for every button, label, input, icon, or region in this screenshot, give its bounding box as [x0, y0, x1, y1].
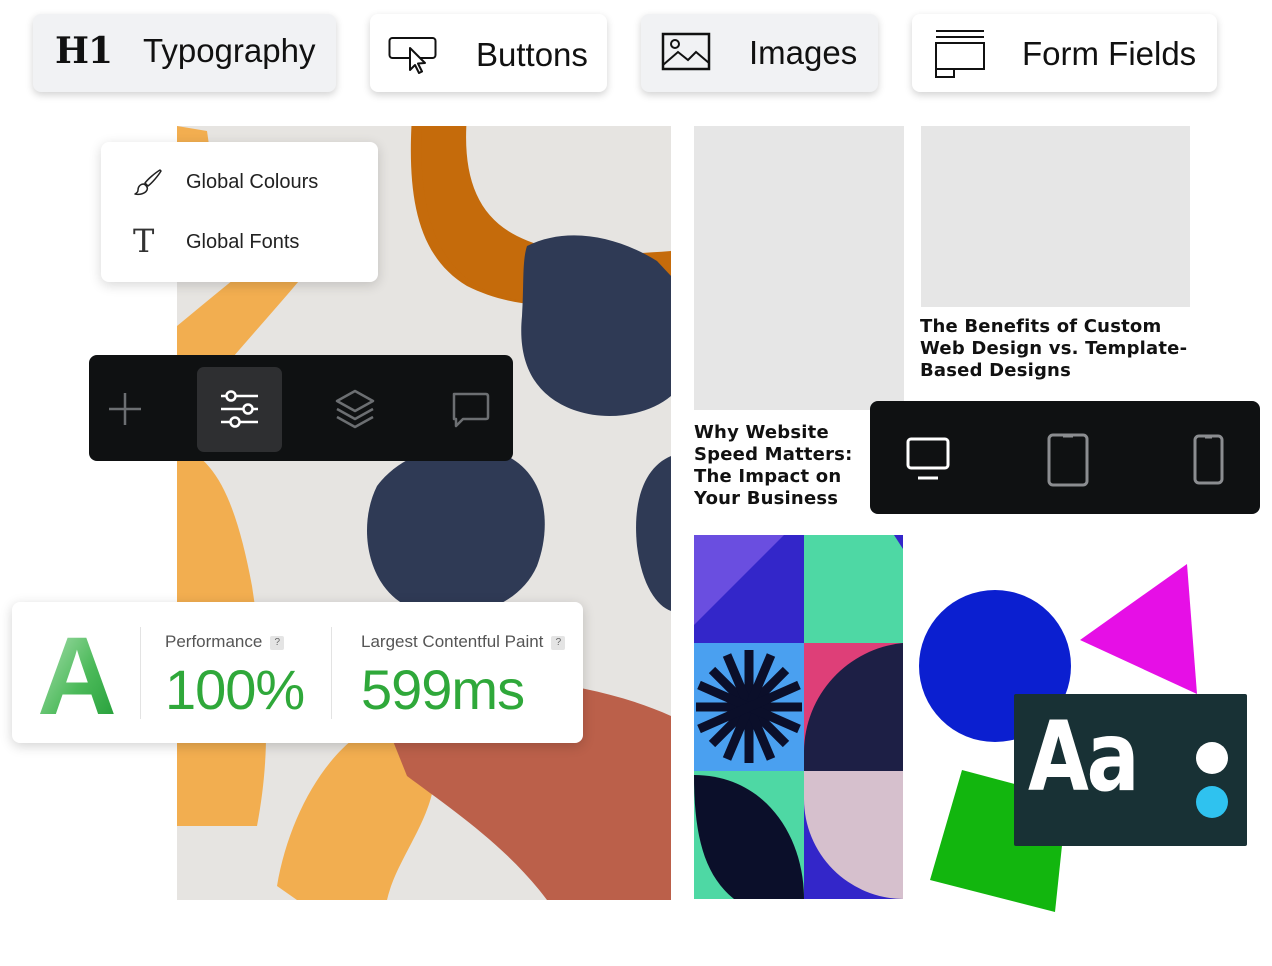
font-t-icon: T: [133, 222, 155, 260]
metric-label-performance: Performance?: [165, 632, 285, 652]
form-field-icon: [934, 28, 986, 85]
desktop-icon: [906, 437, 950, 480]
metric-value-lcp: 599ms: [361, 658, 525, 721]
grade-letter: A: [37, 626, 116, 722]
menu-item-label: Global Colours: [186, 171, 319, 193]
metric-label-lcp: Largest Contentful Paint?: [361, 632, 566, 652]
heading-h1-icon: H1: [55, 30, 113, 72]
layers-icon: [335, 389, 375, 429]
menu-item-global-colours[interactable]: Global Colours: [101, 152, 378, 212]
tablet-icon: [1047, 433, 1089, 487]
geometric-pattern: [694, 535, 903, 899]
divider: [331, 627, 332, 719]
performance-card: A Performance? 100% Largest Contentful P…: [12, 602, 583, 743]
article-image-placeholder: [921, 126, 1190, 307]
chip-typography[interactable]: H1 Typography: [33, 14, 336, 92]
chip-label: Buttons: [476, 36, 588, 73]
layers-button[interactable]: [312, 367, 397, 452]
dot-white: [1196, 742, 1228, 774]
mobile-icon: [1193, 434, 1224, 485]
global-styles-menu: Global Colours T Global Fonts: [101, 142, 378, 282]
chip-label: Images: [749, 34, 858, 71]
help-icon[interactable]: ?: [551, 636, 566, 650]
menu-item-global-fonts[interactable]: T Global Fonts: [101, 212, 378, 272]
add-button[interactable]: [89, 367, 174, 452]
paintbrush-icon: [133, 168, 163, 201]
chip-label: Form Fields: [1022, 35, 1197, 72]
metric-value-performance: 100%: [165, 658, 305, 721]
comment-icon: [452, 392, 490, 428]
plus-icon: [109, 393, 141, 425]
settings-button[interactable]: [197, 367, 282, 452]
chip-images[interactable]: Images: [641, 14, 878, 92]
type-card: Aa: [1014, 694, 1247, 846]
desktop-button[interactable]: [900, 431, 956, 488]
chip-form-fields[interactable]: Form Fields: [912, 14, 1217, 92]
image-icon: [661, 32, 711, 77]
tablet-button[interactable]: [1040, 431, 1096, 494]
type-sample: Aa: [1028, 701, 1140, 813]
help-icon[interactable]: ?: [270, 636, 285, 650]
dot-cyan: [1196, 786, 1228, 818]
divider: [140, 627, 141, 719]
editor-toolbar: [89, 355, 513, 461]
mobile-button[interactable]: [1181, 431, 1237, 494]
article-title[interactable]: The Benefits of Custom Web Design vs. Te…: [920, 316, 1200, 382]
grade-badge: A: [32, 615, 122, 738]
device-preview-bar: [870, 401, 1260, 514]
menu-item-label: Global Fonts: [186, 231, 300, 253]
button-cursor-icon: [388, 36, 438, 79]
article-image-placeholder: [694, 126, 904, 410]
chip-buttons[interactable]: Buttons: [370, 14, 607, 92]
article-title[interactable]: Why Website Speed Matters: The Impact on…: [694, 422, 854, 510]
chip-label: Typography: [143, 32, 316, 69]
comments-button[interactable]: [427, 367, 512, 452]
sliders-icon: [221, 390, 258, 428]
